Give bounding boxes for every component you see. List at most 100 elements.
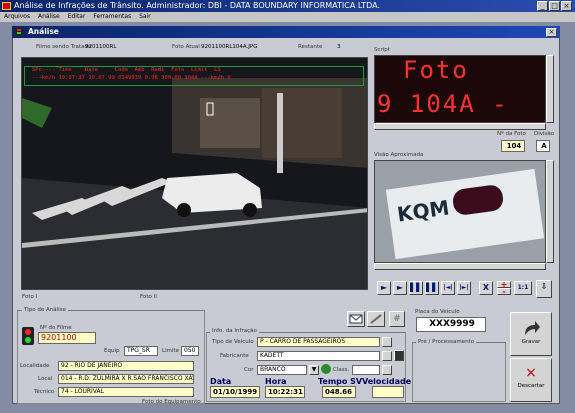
zoom-out-button[interactable]: - — [497, 288, 511, 296]
play-button[interactable]: ► — [377, 281, 391, 295]
close-button[interactable]: × — [561, 1, 572, 11]
technician-label: Técnico — [34, 389, 55, 395]
local-label: Local — [38, 376, 53, 382]
equip-label: Equip — [104, 348, 120, 354]
photo-num-value[interactable]: 104 — [501, 140, 525, 152]
script-hscroll[interactable] — [374, 123, 546, 130]
speed-label: Velocidade — [362, 377, 412, 386]
color-dropdown-button[interactable]: ▼ — [309, 365, 319, 375]
equip-photo-link[interactable]: Foto do Equipamento — [142, 399, 201, 405]
minimize-button[interactable]: _ — [537, 1, 548, 11]
class-button[interactable] — [382, 365, 392, 375]
globe-icon[interactable] — [321, 364, 331, 374]
traffic-scene — [22, 58, 367, 289]
approx-view[interactable]: KQM — [374, 160, 546, 263]
approx-hscroll[interactable] — [374, 263, 546, 270]
discard-label: Descartar — [517, 383, 545, 389]
traffic-photo[interactable]: SPc---- Time Date Code Amb Radi Foto Lim… — [21, 57, 368, 290]
discard-x-icon: × — [525, 365, 537, 381]
file-value: 9201100RL — [85, 44, 117, 50]
menu-arquivos[interactable]: Arquivos — [4, 13, 30, 20]
class-label: Class. — [333, 367, 350, 373]
pause-button[interactable]: ▌▌ — [409, 281, 423, 295]
time-value[interactable]: 10:22:31 — [265, 386, 305, 398]
discard-button[interactable]: × Descartar — [510, 358, 552, 402]
date-value[interactable]: 01/10/1999 — [210, 386, 260, 398]
menu-analise[interactable]: Análise — [38, 13, 60, 20]
pre-process-group — [412, 342, 506, 402]
cancel-x-button[interactable]: X — [479, 281, 493, 295]
menu-editar[interactable]: Editar — [68, 13, 86, 20]
plate-input[interactable]: XXX9999 — [416, 317, 486, 332]
tsv-label: Tempo SV — [318, 377, 363, 386]
limit-label: Limite — [162, 348, 180, 354]
film-num-value[interactable]: 9201100 — [38, 332, 96, 344]
approx-view-label: Visão Aproximada — [374, 152, 424, 158]
plate-label: Placa do Veículo — [415, 309, 460, 315]
save-button[interactable]: Gravar — [510, 312, 552, 356]
photo-num-label: Nº da Foto — [497, 131, 526, 137]
vehicle-type-label: Tipo de Veículo — [212, 339, 254, 345]
vehicle-type-button[interactable] — [382, 337, 392, 347]
script-vscroll[interactable] — [546, 55, 554, 123]
zoom-1-1-button[interactable]: 1:1 — [514, 281, 532, 295]
overlay-line-1: SPc---- Time Date Code Amb Radi Foto Lim… — [32, 67, 221, 73]
rest-label: Restante — [298, 44, 323, 50]
maker-select[interactable]: KADETT — [257, 351, 380, 361]
script-display: Foto 9 104A - — [374, 55, 546, 123]
vehicle-type-select[interactable]: P - CARRO DE PASSAGEIROS — [257, 337, 380, 347]
tool-icon[interactable] — [367, 311, 385, 327]
overlay-line-2: ---km/h 19:07:37 19.07.99 0149939 0.98 3… — [32, 75, 231, 81]
locality-select[interactable]: 92 - RIO DE JANEIRO — [58, 361, 194, 371]
approx-vscroll[interactable] — [546, 160, 554, 263]
local-select[interactable]: 014 - R.D. ZULMIRA X R.SAO FRANCISCO XAV — [58, 374, 194, 384]
maker-label: Fabricante — [220, 353, 249, 359]
pause-alt-button[interactable]: ▌▌ — [425, 281, 439, 295]
script-label: Script — [374, 47, 390, 53]
film-num-label: Nº do Filme — [40, 325, 72, 331]
limit-value[interactable]: 050 — [181, 346, 199, 356]
camera-icon[interactable] — [394, 350, 404, 361]
script-text-2: 9 104A - — [377, 90, 509, 118]
save-label: Gravar — [521, 339, 541, 345]
photo-value: 9201100RL104A.JPG — [201, 44, 258, 50]
script-text-1: Foto — [403, 56, 469, 84]
traffic-light-status-icon — [22, 327, 34, 345]
maximize-button[interactable]: □ — [549, 1, 560, 11]
file-label: Filme sendo Tratado — [36, 44, 92, 50]
app-icon — [2, 2, 11, 10]
locality-label: Localidade — [20, 363, 50, 369]
photo-label: Foto Atual — [172, 44, 200, 50]
color-select[interactable]: BRANCO — [257, 365, 307, 375]
window-close-button[interactable]: × — [546, 28, 557, 37]
color-label: Cor — [244, 367, 254, 373]
maker-button[interactable] — [382, 351, 392, 361]
rest-value: 3 — [337, 44, 341, 50]
tsv-value[interactable]: 048.66 — [322, 386, 356, 398]
speed-value[interactable] — [372, 386, 404, 398]
menubar: Arquivos Análise Editar Ferramentas Sair — [0, 12, 575, 22]
pre-process-label: Pré / Processamento — [416, 339, 477, 345]
class-select[interactable] — [352, 365, 380, 375]
hash-icon[interactable]: # — [389, 311, 405, 327]
menu-ferramentas[interactable]: Ferramentas — [93, 13, 131, 20]
play-next-button[interactable]: ► — [393, 281, 407, 295]
division-value[interactable]: A — [536, 140, 550, 152]
technician-select[interactable]: 74 - LOURIVAL — [58, 387, 194, 397]
traffic-light-icon — [15, 28, 23, 36]
division-label: Divisão — [534, 131, 555, 137]
date-label: Data — [210, 377, 232, 386]
step-back-button[interactable]: |◄| — [441, 281, 455, 295]
app-titlebar: Análise de Infrações de Trânsito. Admini… — [0, 0, 575, 12]
download-button[interactable]: ⇩ — [536, 280, 552, 298]
analysis-window-title: Análise — [12, 26, 560, 38]
step-forward-button[interactable]: |►| — [457, 281, 471, 295]
envelope-icon[interactable] — [347, 311, 365, 327]
analysis-type-label: Tipo de Análise — [22, 307, 68, 313]
menu-sair[interactable]: Sair — [139, 13, 151, 20]
time-label: Hora — [265, 377, 287, 386]
infraction-label: Info. da Infração — [210, 328, 259, 334]
equip-value[interactable]: TPG_SR — [124, 346, 158, 356]
photo-1-label: Foto I — [22, 294, 38, 300]
photo-2-label: Foto II — [140, 294, 157, 300]
